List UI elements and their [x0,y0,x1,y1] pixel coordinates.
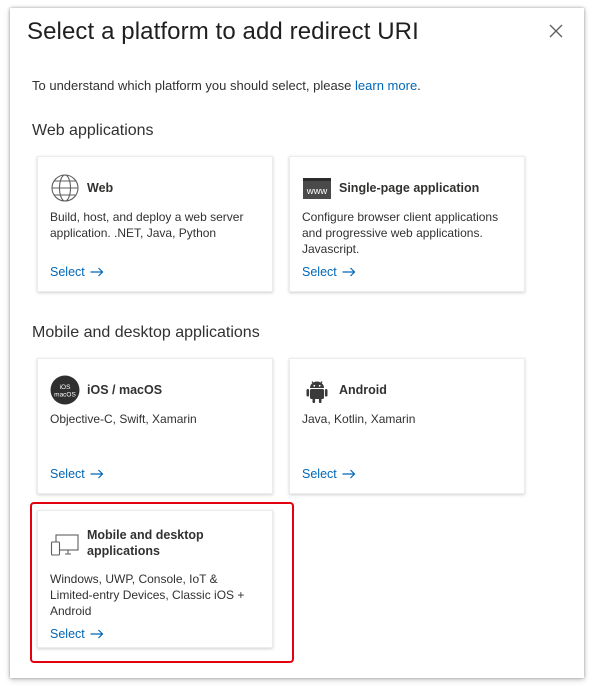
arrow-right-icon [342,469,356,479]
card-title-spa: Single-page application [339,181,480,195]
arrow-right-icon [90,469,104,479]
select-label: Select [302,467,337,481]
card-web[interactable]: Web Build, host, and deploy a web server… [37,156,273,292]
globe-icon [50,173,80,203]
intro-label: To understand which platform you should … [32,78,356,93]
dialog-title: Select a platform to add redirect URI [27,18,419,45]
arrow-right-icon [90,267,104,277]
svg-text:iOS: iOS [60,384,72,391]
select-label: Select [50,467,85,481]
intro-text: To understand which platform you should … [32,78,421,93]
section-title-mobile-desktop: Mobile and desktop applications [32,324,260,341]
arrow-right-icon [342,267,356,277]
select-web-link[interactable]: Select [50,265,104,279]
ios-macos-icon: iOS macOS [50,375,80,405]
card-description-spa: Configure browser client applications an… [302,210,499,256]
card-android[interactable]: Android Java, Kotlin, Xamarin Select [289,358,525,494]
learn-more-link[interactable]: learn more [355,78,417,93]
android-icon [302,375,332,405]
card-description-web: Build, host, and deploy a web server app… [50,210,244,240]
select-label: Select [50,265,85,279]
card-single-page-application[interactable]: www Single-page application Configure br… [289,156,525,292]
card-description-android: Java, Kotlin, Xamarin [302,412,416,426]
select-ios-link[interactable]: Select [50,467,104,481]
svg-text:www: www [306,186,328,197]
close-icon[interactable] [549,24,563,38]
section-title-web: Web applications [32,122,154,139]
card-title-android: Android [339,383,387,397]
www-icon: www [302,173,332,203]
card-title-ios: iOS / macOS [87,383,163,397]
intro-end: . [417,78,421,93]
close-button[interactable] [546,21,566,41]
card-title-web: Web [87,181,114,195]
select-label: Select [302,265,337,279]
card-description-ios: Objective-C, Swift, Xamarin [50,412,197,426]
card-ios-macos[interactable]: iOS macOS iOS / macOS Objective-C, Swift… [37,358,273,494]
select-android-link[interactable]: Select [302,467,356,481]
svg-text:macOS: macOS [54,392,76,399]
highlight-box [30,502,294,663]
select-platform-dialog: Select a platform to add redirect URI To… [10,8,584,678]
select-spa-link[interactable]: Select [302,265,356,279]
